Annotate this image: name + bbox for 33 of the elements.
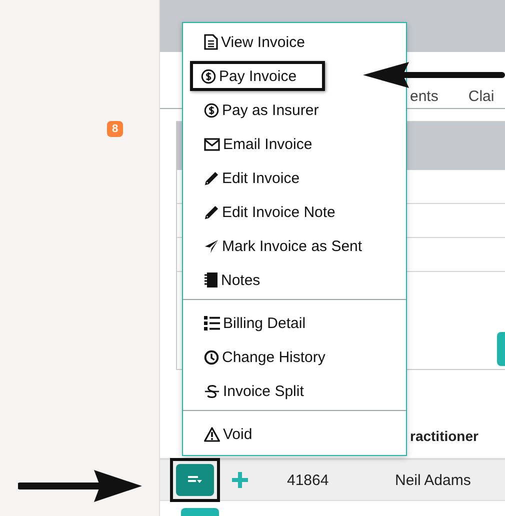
count-badge: 8 [107, 121, 124, 137]
menu-item[interactable]: Notes [198, 265, 268, 295]
dollar-icon [204, 102, 219, 118]
table-cell-text: 41864 [287, 472, 330, 488]
paper-plane-icon [204, 238, 219, 254]
row-menu-button[interactable] [176, 464, 214, 496]
dollar-icon [201, 68, 216, 84]
menu-item[interactable]: Void [198, 419, 260, 449]
notebook-icon [204, 272, 218, 288]
list-icon [204, 316, 220, 330]
tab[interactable]: ents [410, 88, 438, 105]
warning-icon [204, 426, 220, 442]
clock-icon [204, 350, 219, 364]
menu-item[interactable]: Invoice Split [198, 376, 311, 406]
add-icon[interactable] [232, 472, 248, 488]
menu-item[interactable]: Change History [198, 342, 332, 372]
envelope-icon [204, 138, 220, 150]
table-cell: Neil Adams [395, 472, 471, 488]
menu-item[interactable]: Edit Invoice [198, 163, 307, 193]
menu-item[interactable]: Billing Detail [198, 308, 313, 338]
menu-item[interactable]: Mark Invoice as Sent [198, 231, 370, 261]
menu-item[interactable]: Pay as Insurer [198, 95, 326, 125]
menu-item[interactable]: Edit Invoice Note [198, 197, 342, 227]
pencil-icon [204, 204, 219, 220]
pencil-icon [204, 170, 219, 186]
tab[interactable]: Clai [468, 88, 494, 105]
document-icon [204, 34, 218, 50]
menu-icon [188, 475, 202, 485]
menu-item[interactable]: View Invoice [198, 27, 312, 57]
action-button[interactable] [497, 332, 505, 366]
column-header: ractitioner [410, 428, 478, 444]
menu-item[interactable]: Pay Invoice [190, 61, 325, 91]
strikethrough-icon [204, 384, 220, 398]
